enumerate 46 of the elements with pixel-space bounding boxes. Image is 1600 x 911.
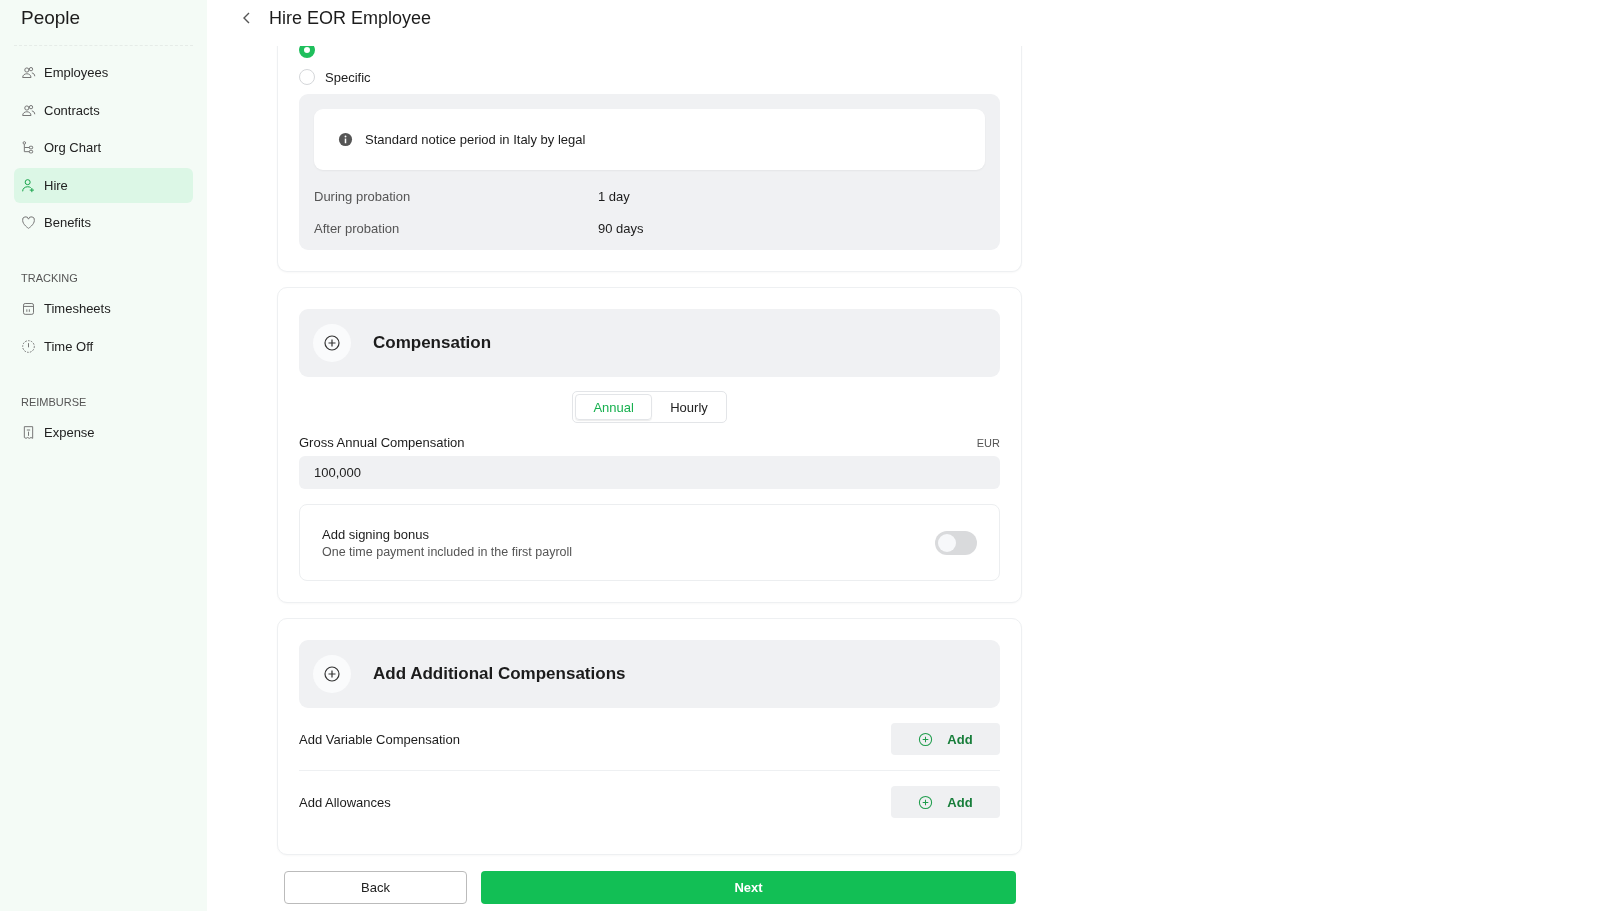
sidebar-item[interactable]: Time Off bbox=[14, 328, 193, 364]
receipt-icon bbox=[21, 424, 36, 440]
sidebar-item[interactable]: Hire bbox=[14, 167, 193, 203]
currency-label: EUR bbox=[976, 436, 1000, 449]
sidebar-item[interactable]: Org Chart bbox=[14, 130, 193, 165]
person-add-icon bbox=[21, 177, 36, 193]
heart-icon bbox=[21, 215, 36, 230]
compensation-input[interactable]: 100,000 bbox=[299, 456, 1000, 489]
section-heading: TRACKING bbox=[20, 272, 79, 284]
row-label: Add Variable Compensation bbox=[299, 731, 460, 747]
add-button[interactable]: Add bbox=[891, 723, 1000, 755]
section-title: Add Additional Compensations bbox=[373, 664, 626, 684]
radio-button[interactable] bbox=[299, 46, 315, 58]
plus-circle-icon[interactable] bbox=[313, 655, 351, 693]
sidebar-item[interactable]: Contracts bbox=[14, 92, 193, 128]
back-button[interactable]: Back bbox=[284, 871, 467, 904]
field-label: Gross Annual Compensation bbox=[299, 435, 465, 450]
sidebar-item[interactable]: Timesheets bbox=[14, 291, 193, 326]
plus-circle-icon bbox=[918, 731, 934, 747]
page-title: Hire EOR Employee bbox=[269, 7, 432, 29]
period-label: During probation bbox=[314, 188, 412, 204]
section-heading: REIMBURSE bbox=[20, 395, 88, 408]
people-icon bbox=[21, 65, 36, 80]
section-title: Compensation bbox=[373, 333, 492, 353]
add-button[interactable]: Add bbox=[891, 786, 1000, 818]
bonus-title: Add signing bonus bbox=[322, 526, 430, 542]
rate-tab[interactable]: Hourly bbox=[654, 394, 724, 420]
toggle-switch[interactable] bbox=[935, 530, 977, 555]
sidebar-title: People bbox=[20, 6, 82, 30]
radio-label: Specific bbox=[325, 69, 371, 85]
clock-icon bbox=[21, 338, 36, 354]
info-text: Standard notice period in Italy by legal bbox=[365, 132, 586, 147]
tree-icon bbox=[21, 140, 36, 155]
info-icon bbox=[338, 132, 353, 147]
plus-circle-icon bbox=[918, 794, 934, 810]
people-icon bbox=[21, 102, 36, 118]
plus-circle-icon[interactable] bbox=[313, 324, 351, 362]
period-value: 90 days bbox=[598, 220, 644, 236]
period-value: 1 day bbox=[598, 188, 630, 204]
sidebar-item[interactable]: Expense bbox=[14, 414, 193, 450]
sidebar-item[interactable]: Benefits bbox=[14, 205, 193, 240]
bonus-description: One time payment included in the first payroll bbox=[322, 544, 573, 559]
calendar-icon bbox=[21, 301, 36, 316]
row-label: Add Allowances bbox=[299, 794, 391, 810]
sidebar-item[interactable]: Employees bbox=[14, 55, 193, 90]
period-label: After probation bbox=[314, 220, 401, 236]
